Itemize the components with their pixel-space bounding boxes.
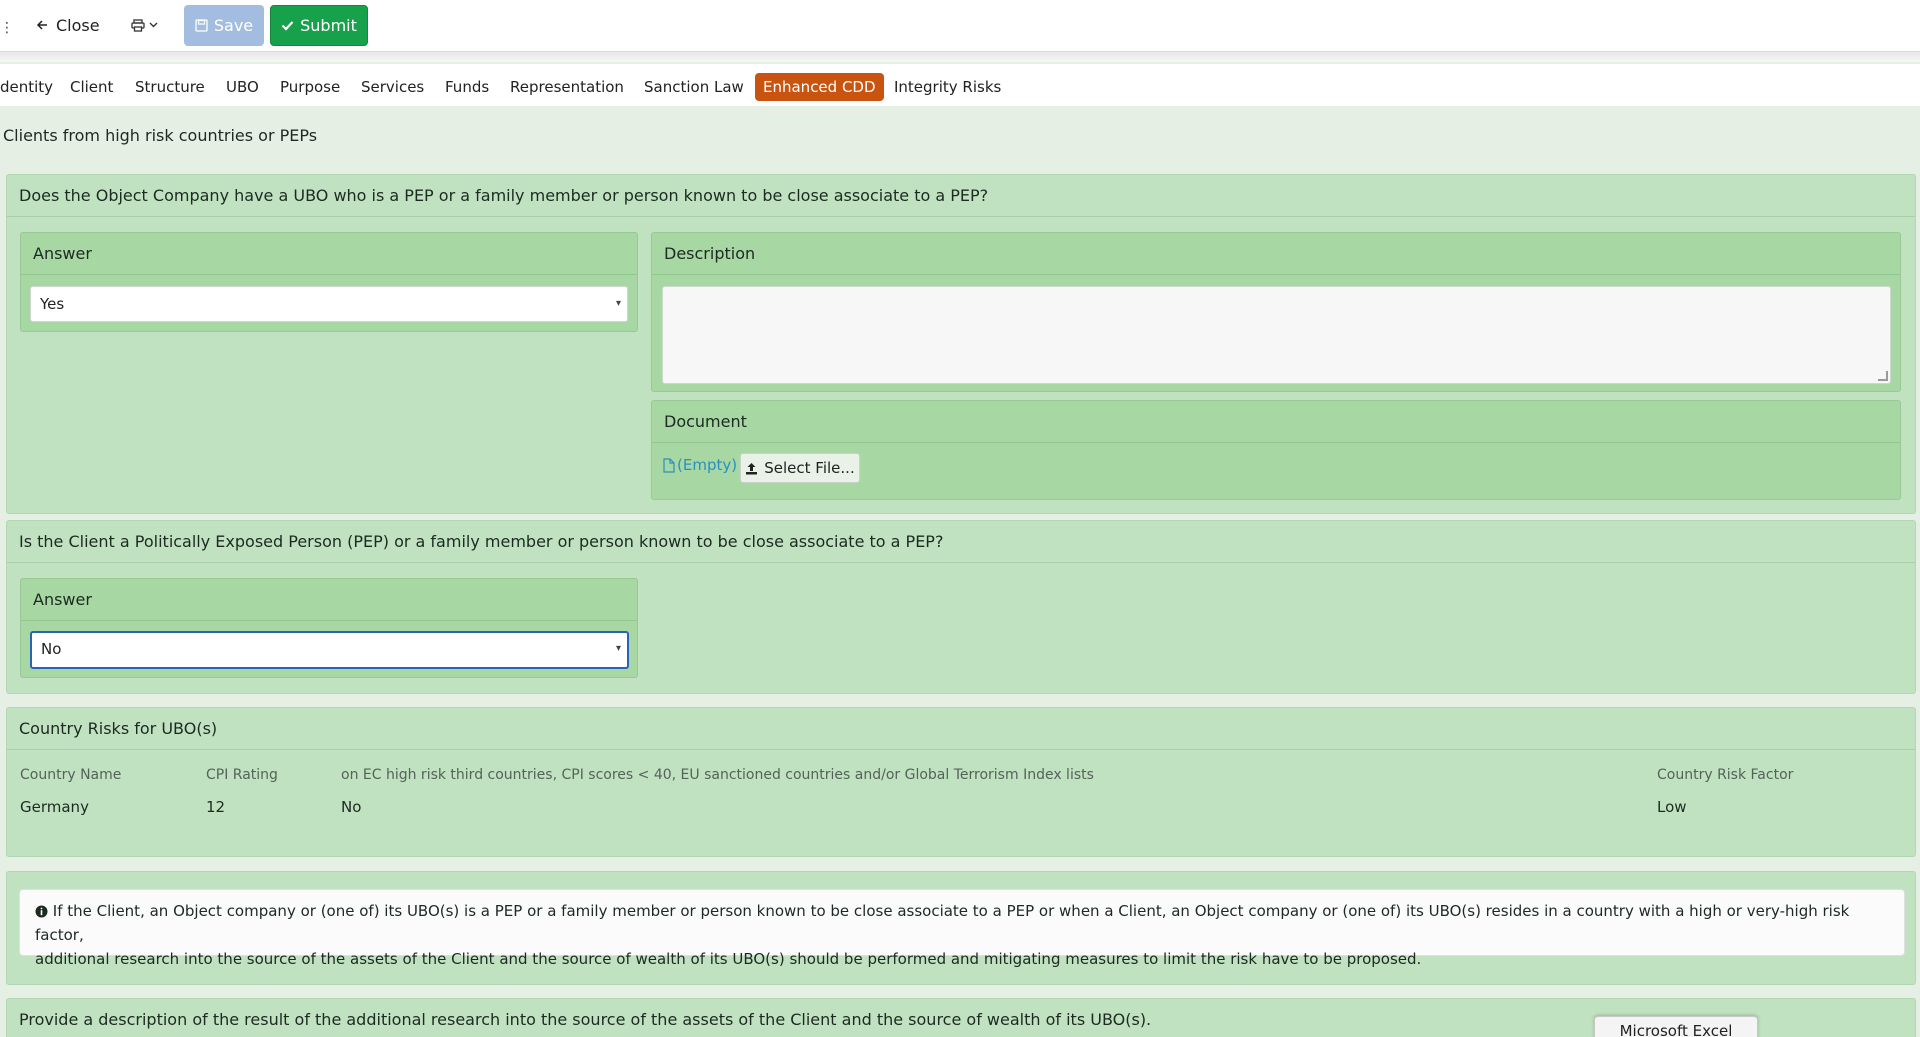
- ubo-pep-answer-value: Yes: [40, 295, 65, 313]
- tab-services[interactable]: Services: [353, 73, 432, 101]
- cell-high-risk: No: [341, 798, 362, 816]
- tab-client[interactable]: Client: [62, 73, 121, 101]
- info-message: If the Client, an Object company or (one…: [19, 889, 1905, 968]
- column-header-high-risk: on EC high risk third countries, CPI sco…: [341, 767, 1094, 783]
- tab-funds[interactable]: Funds: [437, 73, 497, 101]
- dropdown-caret-icon: ▾: [615, 643, 621, 654]
- document-label: Document: [652, 401, 1900, 443]
- cell-country-name: Germany: [20, 798, 89, 816]
- excel-taskbar-tooltip[interactable]: Microsoft Excel: [1594, 1016, 1758, 1037]
- column-header-country: Country Name: [20, 767, 122, 783]
- section-title: Clients from high risk countries or PEPs: [3, 126, 318, 145]
- tab-structure[interactable]: Structure: [127, 73, 213, 101]
- ubo-pep-question: Does the Object Company have a UBO who i…: [7, 175, 1915, 217]
- info-text-line2: additional research into the source of t…: [35, 950, 1422, 968]
- answer-label: Answer: [21, 233, 637, 275]
- check-icon: [281, 20, 294, 31]
- tab-ubo[interactable]: UBO: [218, 73, 267, 101]
- menu-edge-icon[interactable]: ⋮: [0, 20, 14, 36]
- column-header-risk-factor: Country Risk Factor: [1657, 767, 1794, 783]
- select-file-label: Select File...: [764, 459, 855, 477]
- toolbar-divider: [0, 52, 1920, 62]
- save-button[interactable]: Save: [184, 5, 264, 46]
- column-header-cpi: CPI Rating: [206, 767, 278, 783]
- print-icon: [131, 18, 145, 32]
- info-circle-icon: [35, 905, 48, 918]
- submit-button[interactable]: Submit: [270, 5, 368, 46]
- description-textarea[interactable]: [662, 286, 1891, 384]
- answer-label: Answer: [21, 579, 637, 621]
- save-button-label: Save: [213, 16, 254, 35]
- close-button[interactable]: Close: [36, 12, 100, 38]
- client-pep-answer-select[interactable]: No ▾: [30, 631, 629, 669]
- tab-enhanced-cdd[interactable]: Enhanced CDD: [755, 73, 884, 101]
- select-file-button[interactable]: Select File...: [740, 453, 860, 483]
- document-panel: Document: [651, 400, 1901, 500]
- info-text-line1: If the Client, an Object company or (one…: [35, 902, 1850, 944]
- tab-bar: dentity Client Structure UBO Purpose Ser…: [0, 64, 1920, 106]
- client-pep-answer-value: No: [41, 640, 62, 658]
- tab-integrity-risks[interactable]: Integrity Risks: [886, 73, 1009, 101]
- client-pep-question: Is the Client a Politically Exposed Pers…: [7, 521, 1915, 563]
- submit-button-label: Submit: [300, 16, 357, 35]
- chevron-down-icon: [149, 22, 158, 28]
- tab-purpose[interactable]: Purpose: [272, 73, 348, 101]
- empty-file-link[interactable]: (Empty): [663, 456, 737, 474]
- empty-file-label: (Empty): [677, 456, 738, 474]
- tab-representation[interactable]: Representation: [502, 73, 632, 101]
- save-icon: [195, 19, 208, 32]
- tab-identity[interactable]: dentity: [0, 73, 61, 101]
- resize-grip-icon[interactable]: [1878, 371, 1888, 381]
- description-label: Description: [652, 233, 1900, 275]
- file-icon: [663, 457, 675, 473]
- print-dropdown-button[interactable]: [131, 12, 158, 38]
- tab-sanction-law[interactable]: Sanction Law: [636, 73, 752, 101]
- arrow-left-icon: [36, 19, 48, 31]
- upload-icon: [745, 462, 758, 475]
- cell-risk-factor: Low: [1657, 798, 1687, 816]
- close-button-label: Close: [56, 15, 100, 35]
- cell-cpi-rating: 12: [206, 798, 226, 816]
- top-toolbar: ⋮ Close Save Submit: [0, 0, 1920, 52]
- ubo-pep-answer-select[interactable]: Yes ▾: [30, 286, 628, 322]
- country-risks-title: Country Risks for UBO(s): [7, 708, 1915, 750]
- dropdown-caret-icon: ▾: [615, 298, 621, 309]
